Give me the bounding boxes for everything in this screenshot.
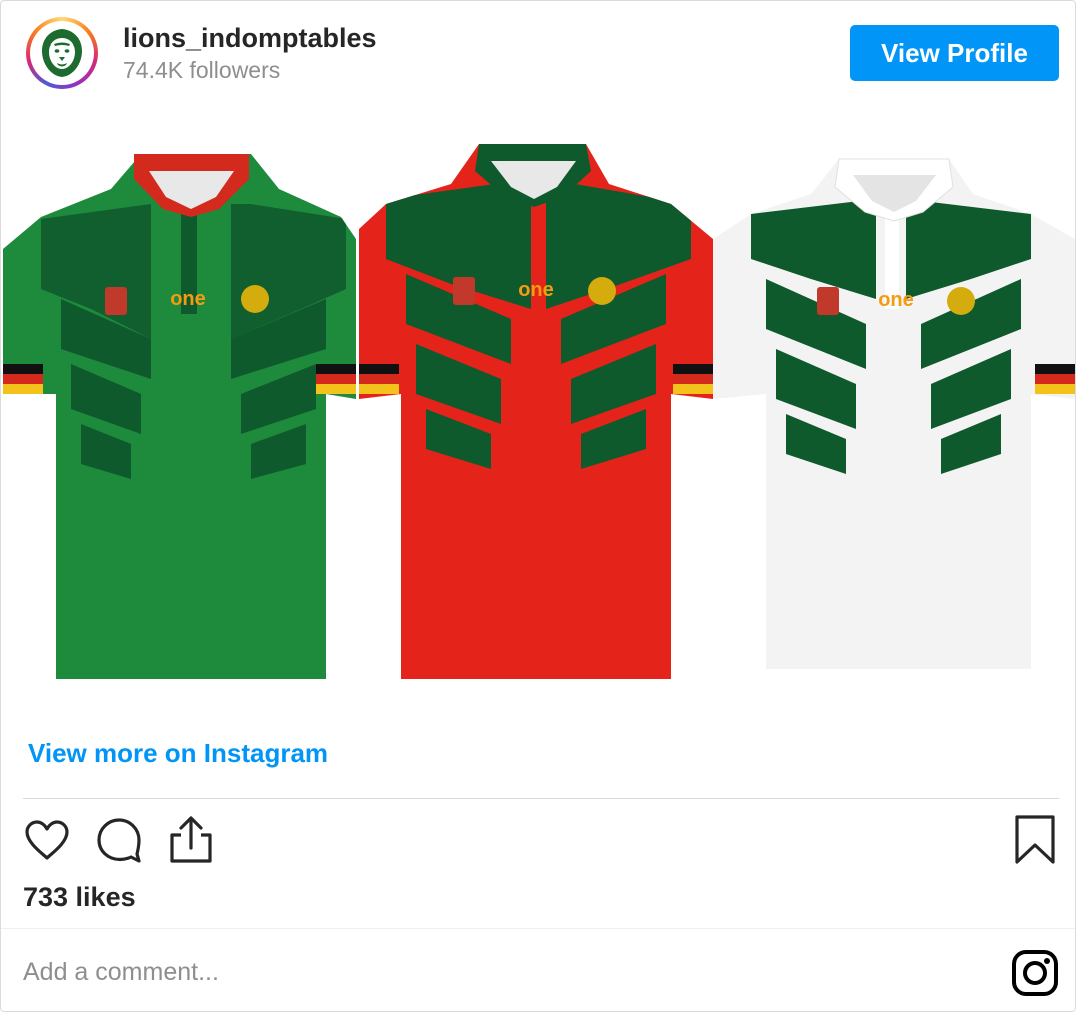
view-profile-button[interactable]: View Profile <box>850 25 1059 81</box>
instagram-embed-card: lions_indomptables 74.4K followers View … <box>0 0 1076 1012</box>
post-header: lions_indomptables 74.4K followers View … <box>1 1 1075 109</box>
jerseys-illustration: one one one <box>3 144 1075 679</box>
red-jersey: one <box>359 144 713 679</box>
view-more-link[interactable]: View more on Instagram <box>28 738 328 769</box>
avatar[interactable] <box>26 17 98 89</box>
post-image[interactable]: one one one <box>1 109 1075 711</box>
likes-count[interactable]: 733 likes <box>23 882 136 913</box>
lion-logo-icon <box>33 24 91 82</box>
svg-text:one: one <box>170 288 206 310</box>
instagram-icon[interactable] <box>1011 949 1059 1002</box>
bookmark-icon[interactable] <box>1013 814 1057 871</box>
share-icon[interactable] <box>167 815 215 870</box>
white-jersey: one <box>713 158 1075 669</box>
followers-count: 74.4K followers <box>123 57 281 83</box>
divider <box>1 928 1075 929</box>
add-comment-input[interactable]: Add a comment... <box>23 958 219 987</box>
divider <box>23 798 1059 799</box>
username[interactable]: lions_indomptables <box>123 23 377 54</box>
heart-icon[interactable] <box>23 818 71 867</box>
green-jersey: one <box>3 154 356 679</box>
comment-icon[interactable] <box>95 816 143 869</box>
svg-text:one: one <box>518 279 554 301</box>
svg-text:one: one <box>878 289 914 311</box>
